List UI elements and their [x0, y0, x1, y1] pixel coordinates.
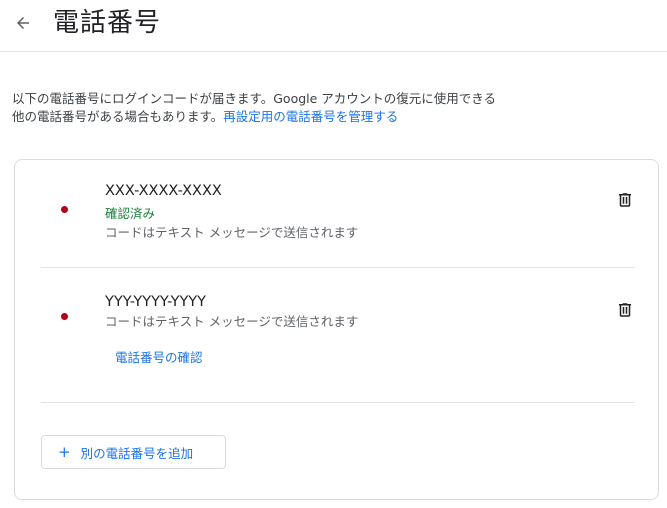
phone-description: コードはテキスト メッセージで送信されます — [105, 314, 359, 329]
manage-recovery-phone-link[interactable]: 再設定用の電話番号を管理する — [223, 109, 398, 124]
delete-phone-button[interactable] — [615, 192, 635, 212]
row-divider — [41, 267, 635, 268]
intro-line-1: 以下の電話番号にログインコードが届きます。Google アカウントの復元に使用で… — [12, 91, 497, 106]
phone-number: XXX-XXXX-XXXX — [105, 183, 222, 199]
phone-list-card: XXX-XXXX-XXXX 確認済み コードはテキスト メッセージで送信されます… — [14, 159, 659, 500]
trash-icon — [616, 191, 634, 213]
add-phone-label: 別の電話番号を追加 — [80, 445, 194, 461]
back-button[interactable] — [10, 12, 36, 38]
status-dot — [61, 313, 68, 320]
phone-row: YYY-YYYY-YYYY コードはテキスト メッセージで送信されます 電話番号… — [41, 292, 635, 402]
verify-phone-link[interactable]: 電話番号の確認 — [115, 350, 203, 366]
plus-icon: + — [58, 442, 71, 461]
phone-description: コードはテキスト メッセージで送信されます — [105, 225, 359, 240]
trash-icon — [616, 301, 634, 323]
phone-row: XXX-XXXX-XXXX 確認済み コードはテキスト メッセージで送信されます — [41, 182, 635, 267]
add-phone-button[interactable]: + 別の電話番号を追加 — [41, 435, 226, 469]
status-dot — [61, 206, 68, 213]
page-title: 電話番号 — [53, 8, 162, 38]
delete-phone-button[interactable] — [615, 302, 635, 322]
intro-line-2: 他の電話番号がある場合もあります。 — [12, 109, 224, 124]
intro-text: 以下の電話番号にログインコードが届きます。Google アカウントの復元に使用で… — [12, 90, 652, 126]
verified-status: 確認済み — [105, 206, 156, 221]
page-header: 電話番号 — [0, 0, 667, 52]
row-divider — [41, 402, 635, 403]
arrow-left-icon — [14, 14, 32, 36]
phone-number: YYY-YYYY-YYYY — [105, 294, 207, 310]
